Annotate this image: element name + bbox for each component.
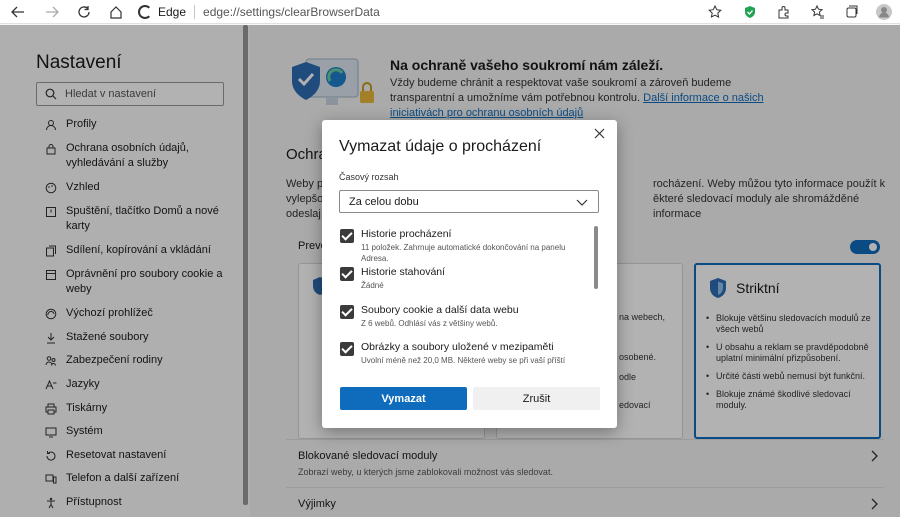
back-icon[interactable]	[8, 2, 28, 22]
edge-logo-icon	[138, 5, 152, 19]
checkbox-checked[interactable]	[340, 342, 354, 356]
checkbox-checked[interactable]	[340, 267, 354, 281]
clear-browsing-data-dialog: Vymazat údaje o procházení Časový rozsah…	[322, 120, 617, 428]
dialog-title: Vymazat údaje o procházení	[339, 138, 542, 155]
forward-icon[interactable]	[42, 2, 62, 22]
item-description: Žádné	[361, 281, 384, 290]
clear-now-button[interactable]: Vymazat	[340, 387, 467, 410]
chevron-down-icon	[576, 199, 588, 206]
address-bar[interactable]: Edge edge://settings/clearBrowserData	[138, 1, 738, 23]
profile-avatar-icon[interactable]	[874, 2, 894, 22]
add-favorite-icon[interactable]	[705, 2, 725, 22]
dialog-scrollbar[interactable]	[594, 226, 598, 289]
time-range-value: Za celou dobu	[349, 195, 419, 208]
collections-icon[interactable]	[842, 2, 862, 22]
data-types-list: Historie procházení 11 položek. Zahrnuje…	[339, 223, 597, 377]
checkbox-checked[interactable]	[340, 305, 354, 319]
item-description: 11 položek. Zahrnuje automatické dokončo…	[361, 243, 566, 263]
extensions-icon[interactable]	[774, 2, 794, 22]
item-title: Historie procházení	[361, 228, 452, 240]
refresh-icon[interactable]	[74, 2, 94, 22]
item-title: Soubory cookie a další data webu	[361, 304, 519, 316]
time-range-label: Časový rozsah	[339, 172, 399, 182]
site-label: Edge	[158, 5, 187, 19]
browser-toolbar: Edge edge://settings/clearBrowserData	[0, 0, 900, 24]
cancel-button[interactable]: Zrušit	[473, 387, 600, 410]
home-icon[interactable]	[106, 2, 126, 22]
close-icon[interactable]	[591, 127, 607, 143]
item-description: Z 6 webů. Odhlásí vás z většiny webů.	[361, 319, 498, 328]
time-range-select[interactable]: Za celou dobu	[339, 190, 599, 213]
url-text[interactable]: edge://settings/clearBrowserData	[203, 5, 380, 19]
address-separator	[194, 5, 196, 19]
list-item[interactable]: Historie procházení 11 položek. Zahrnuje…	[339, 228, 589, 266]
item-title: Obrázky a soubory uložené v mezipaměti	[361, 341, 554, 353]
item-description: Uvolní méně než 20,0 MB. Některé weby se…	[361, 356, 566, 365]
checkbox-checked[interactable]	[340, 229, 354, 243]
shield-extension-icon[interactable]	[740, 2, 760, 22]
list-item[interactable]: Historie stahování Žádné	[339, 266, 589, 302]
favorites-icon[interactable]	[808, 2, 828, 22]
list-item[interactable]: Obrázky a soubory uložené v mezipaměti U…	[339, 341, 589, 377]
item-title: Historie stahování	[361, 266, 446, 278]
list-item[interactable]: Soubory cookie a další data webu Z 6 web…	[339, 304, 589, 340]
